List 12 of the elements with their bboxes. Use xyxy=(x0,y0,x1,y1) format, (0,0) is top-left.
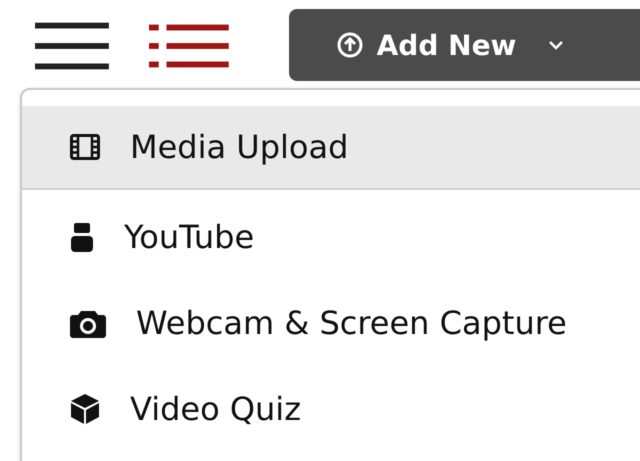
menu-item[interactable]: Webcam & Screen Capture xyxy=(22,280,640,366)
add-new-button[interactable]: Add New xyxy=(288,9,640,81)
menu-item[interactable]: YouTube xyxy=(22,194,640,280)
film-icon xyxy=(70,134,100,160)
camera-icon xyxy=(70,308,106,338)
upload-icon xyxy=(336,32,363,58)
menu-icon[interactable] xyxy=(35,22,109,70)
menu-item[interactable]: Video Quiz xyxy=(22,366,640,452)
chevron-down-icon xyxy=(548,40,564,50)
cube-icon xyxy=(70,393,100,425)
menu-item[interactable]: Media Upload xyxy=(22,106,640,190)
list-icon[interactable] xyxy=(148,24,229,68)
